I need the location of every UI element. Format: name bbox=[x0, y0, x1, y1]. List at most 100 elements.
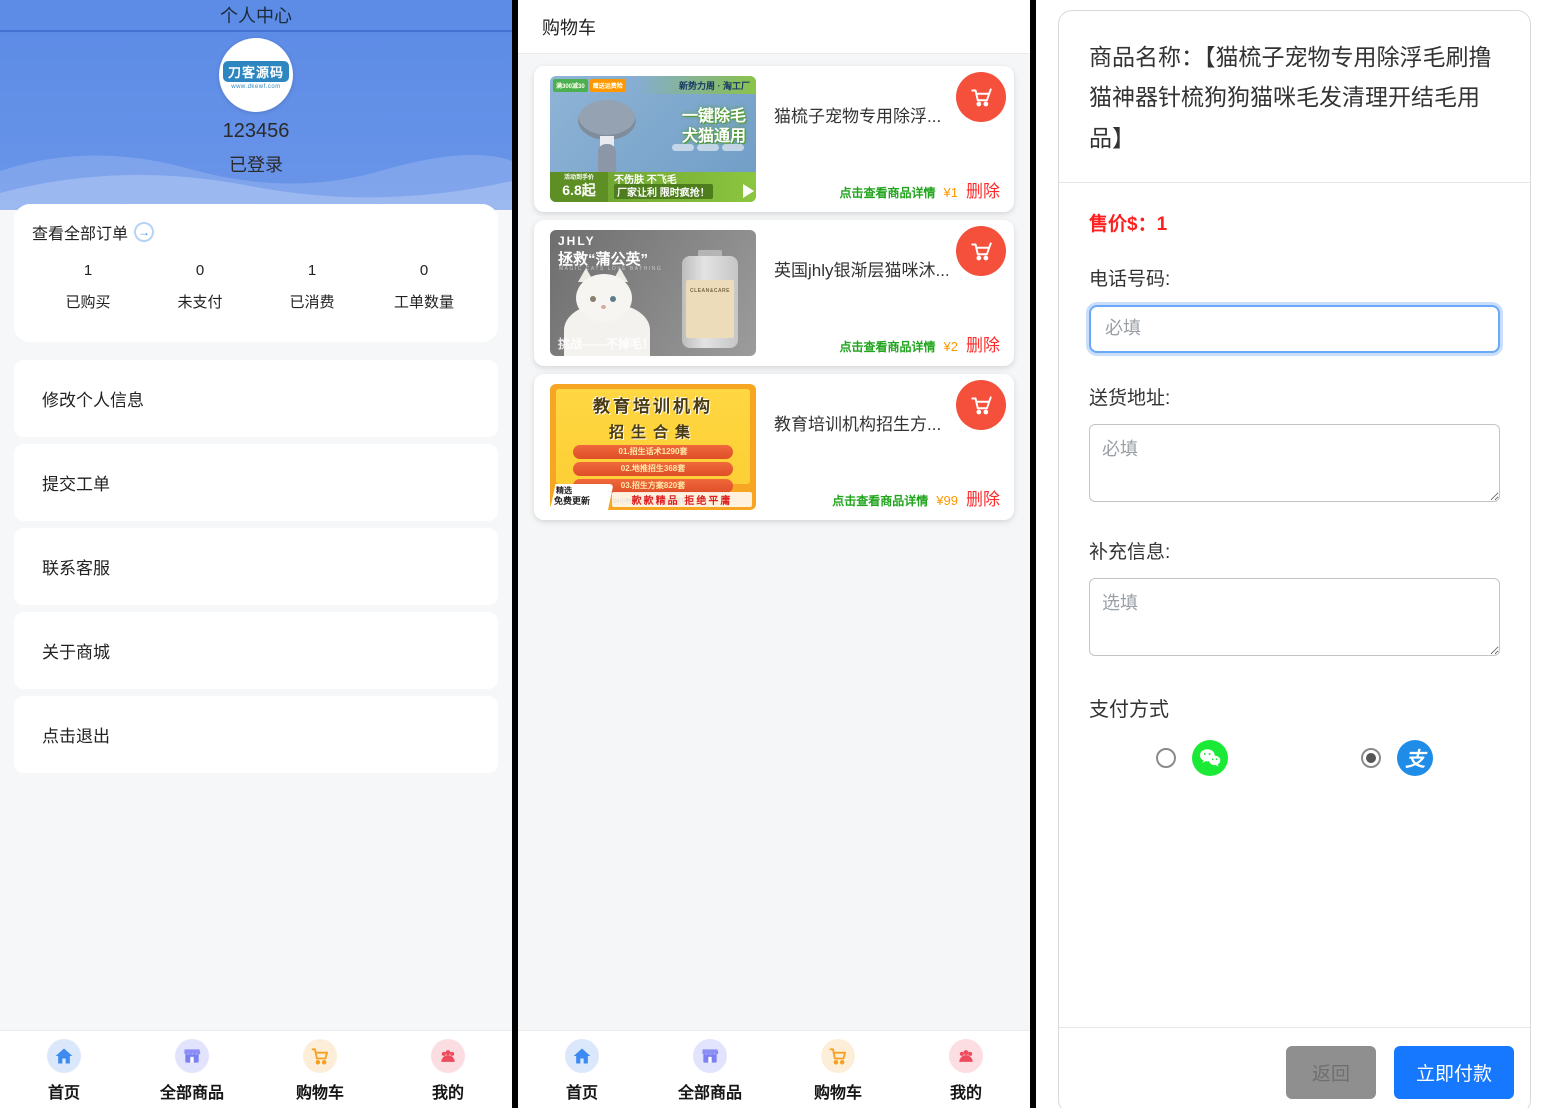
cart-badge-icon[interactable] bbox=[956, 380, 1006, 430]
image-subline: MAGIC CATS LOVE BATHING bbox=[559, 266, 662, 272]
phone-input[interactable] bbox=[1089, 305, 1500, 353]
price-text: 售价$：1 bbox=[1089, 209, 1500, 236]
alipay-radio[interactable] bbox=[1361, 748, 1381, 768]
view-all-orders-label: 查看全部订单 bbox=[32, 220, 128, 244]
nav-home[interactable]: 首页 bbox=[518, 1031, 646, 1108]
users-icon bbox=[949, 1039, 983, 1073]
product-image: 教育培训机构 招生合集 01.招生话术1290套 02.地推招生368套 03.… bbox=[550, 384, 756, 510]
view-details-link[interactable]: 点击查看商品详情 bbox=[832, 492, 928, 509]
payment-options: 支 bbox=[1089, 740, 1500, 776]
extra-info-textarea[interactable] bbox=[1089, 578, 1500, 656]
alipay-icon[interactable]: 支 bbox=[1397, 740, 1433, 776]
nav-all-products[interactable]: 全部商品 bbox=[128, 1031, 256, 1108]
payment-option-alipay[interactable]: 支 bbox=[1295, 740, 1501, 776]
image-slogan: 厂家让利 限时疯抢！ bbox=[614, 184, 713, 199]
orders-card: 查看全部订单 → 1 已购买 0 未支付 1 已消费 0 工单数量 bbox=[14, 204, 498, 342]
nav-cart[interactable]: 购物车 bbox=[774, 1031, 902, 1108]
bottom-nav: 首页 全部商品 购物车 我的 bbox=[0, 1030, 512, 1108]
cart-icon bbox=[303, 1039, 337, 1073]
wechat-pay-icon[interactable] bbox=[1192, 740, 1228, 776]
page-title: 个人中心 bbox=[0, 0, 512, 32]
stat-consumed[interactable]: 1 已消费 bbox=[256, 262, 368, 312]
product-image: JHLY 拯救“蒲公英” MAGIC CATS LOVE BATHING CLE… bbox=[550, 230, 756, 356]
nav-label: 购物车 bbox=[814, 1079, 862, 1103]
cart-badge-icon[interactable] bbox=[956, 72, 1006, 122]
home-icon bbox=[47, 1039, 81, 1073]
nav-mine[interactable]: 我的 bbox=[902, 1031, 1030, 1108]
nav-label: 全部商品 bbox=[160, 1079, 224, 1103]
delete-button[interactable]: 删除 bbox=[966, 177, 1000, 202]
extra-info-label: 补充信息: bbox=[1089, 537, 1500, 564]
cart-item[interactable]: 教育培训机构 招生合集 01.招生话术1290套 02.地推招生368套 03.… bbox=[534, 374, 1014, 520]
image-headline: 教育培训机构 bbox=[550, 392, 756, 417]
stat-label: 未支付 bbox=[144, 291, 256, 312]
nav-label: 首页 bbox=[566, 1079, 598, 1103]
stat-label: 已购买 bbox=[32, 291, 144, 312]
product-title[interactable]: 英国jhly银渐层猫咪沐... bbox=[774, 256, 948, 281]
nav-label: 我的 bbox=[950, 1079, 982, 1103]
view-details-link[interactable]: 点击查看商品详情 bbox=[840, 184, 936, 201]
delete-button[interactable]: 删除 bbox=[966, 485, 1000, 510]
item-price: ¥1 bbox=[944, 185, 958, 200]
menu-item-about-mall[interactable]: 关于商城 bbox=[14, 612, 498, 689]
address-textarea[interactable] bbox=[1089, 424, 1500, 502]
delete-button[interactable]: 删除 bbox=[966, 331, 1000, 356]
shop-icon bbox=[693, 1039, 727, 1073]
view-details-link[interactable]: 点击查看商品详情 bbox=[840, 338, 936, 355]
nav-label: 首页 bbox=[48, 1079, 80, 1103]
stat-unpaid[interactable]: 0 未支付 bbox=[144, 262, 256, 312]
stat-purchased[interactable]: 1 已购买 bbox=[32, 262, 144, 312]
pay-now-button[interactable]: 立即付款 bbox=[1394, 1046, 1514, 1099]
nav-cart[interactable]: 购物车 bbox=[256, 1031, 384, 1108]
cart-item[interactable]: JHLY 拯救“蒲公英” MAGIC CATS LOVE BATHING CLE… bbox=[534, 220, 1014, 366]
arrow-right-icon[interactable]: → bbox=[134, 222, 154, 242]
logo-subtext: www.dkewf.com bbox=[231, 84, 281, 90]
image-headline: 犬猫通用 bbox=[682, 122, 746, 146]
product-title[interactable]: 猫梳子宠物专用除浮... bbox=[774, 102, 948, 127]
users-icon bbox=[431, 1039, 465, 1073]
payment-option-wechat[interactable] bbox=[1089, 740, 1295, 776]
image-slogan: 挑战——不掉毛！ bbox=[558, 335, 654, 352]
stat-value: 1 bbox=[256, 262, 368, 279]
stat-value: 1 bbox=[32, 262, 144, 279]
page-title: 购物车 bbox=[518, 0, 1030, 54]
product-title[interactable]: 教育培训机构招生方... bbox=[774, 410, 948, 435]
back-button[interactable]: 返回 bbox=[1286, 1046, 1376, 1099]
cart-list: 满300减30 赠送运费险 新势力周 · 淘工厂 一键除毛 犬猫通用 活动到手价… bbox=[518, 54, 1030, 520]
image-banner-text: 新势力周 · 淘工厂 bbox=[636, 76, 756, 94]
menu-item-logout[interactable]: 点击退出 bbox=[14, 696, 498, 773]
checkout-card: 商品名称：【猫梳子宠物专用除浮毛刷撸猫神器针梳狗狗猫咪毛发清理开结毛用品】 售价… bbox=[1058, 10, 1531, 1108]
image-price-note: 活动到手价 bbox=[550, 172, 608, 182]
avatar[interactable]: 刀客源码 www.dkewf.com bbox=[219, 38, 293, 112]
personal-center-screen: 个人中心 刀客源码 www.dkewf.com 123456 已登录 查看全部订… bbox=[0, 0, 512, 1108]
stat-value: 0 bbox=[144, 262, 256, 279]
wechat-radio[interactable] bbox=[1156, 748, 1176, 768]
logo-text: 刀客源码 bbox=[223, 61, 289, 82]
menu-item-edit-profile[interactable]: 修改个人信息 bbox=[14, 360, 498, 437]
menu-item-submit-ticket[interactable]: 提交工单 bbox=[14, 444, 498, 521]
nav-home[interactable]: 首页 bbox=[0, 1031, 128, 1108]
menu-item-contact-support[interactable]: 联系客服 bbox=[14, 528, 498, 605]
image-list-row: 02.地推招生368套 bbox=[573, 462, 733, 476]
stat-tickets[interactable]: 0 工单数量 bbox=[368, 262, 480, 312]
image-brand: JHLY bbox=[558, 234, 596, 248]
product-name: 商品名称：【猫梳子宠物专用除浮毛刷撸猫神器针梳狗狗猫咪毛发清理开结毛用品】 bbox=[1089, 37, 1500, 158]
profile-menu: 修改个人信息 提交工单 联系客服 关于商城 点击退出 bbox=[14, 360, 498, 773]
app: 个人中心 刀客源码 www.dkewf.com 123456 已登录 查看全部订… bbox=[0, 0, 1545, 1108]
login-status: 已登录 bbox=[229, 151, 283, 177]
username: 123456 bbox=[223, 120, 290, 143]
cart-screen: 购物车 满300减30 赠送运费险 新势力周 · 淘工厂 一键除毛 犬猫通用 bbox=[518, 0, 1030, 1108]
image-badge: 赠送运费险 bbox=[590, 79, 626, 92]
cart-item[interactable]: 满300减30 赠送运费险 新势力周 · 淘工厂 一键除毛 犬猫通用 活动到手价… bbox=[534, 66, 1014, 212]
stat-label: 已消费 bbox=[256, 291, 368, 312]
checkout-footer: 返回 立即付款 bbox=[1059, 1027, 1530, 1099]
nav-mine[interactable]: 我的 bbox=[384, 1031, 512, 1108]
nav-all-products[interactable]: 全部商品 bbox=[646, 1031, 774, 1108]
image-list-row: 01.招生话术1290套 bbox=[573, 445, 733, 459]
bottle-label: CLEAN&CARE bbox=[686, 280, 734, 338]
cart-badge-icon[interactable] bbox=[956, 226, 1006, 276]
image-badge: 满300减30 bbox=[553, 79, 588, 92]
bottom-nav: 首页 全部商品 购物车 我的 bbox=[518, 1030, 1030, 1108]
view-all-orders[interactable]: 查看全部订单 → bbox=[32, 220, 480, 244]
home-icon bbox=[565, 1039, 599, 1073]
